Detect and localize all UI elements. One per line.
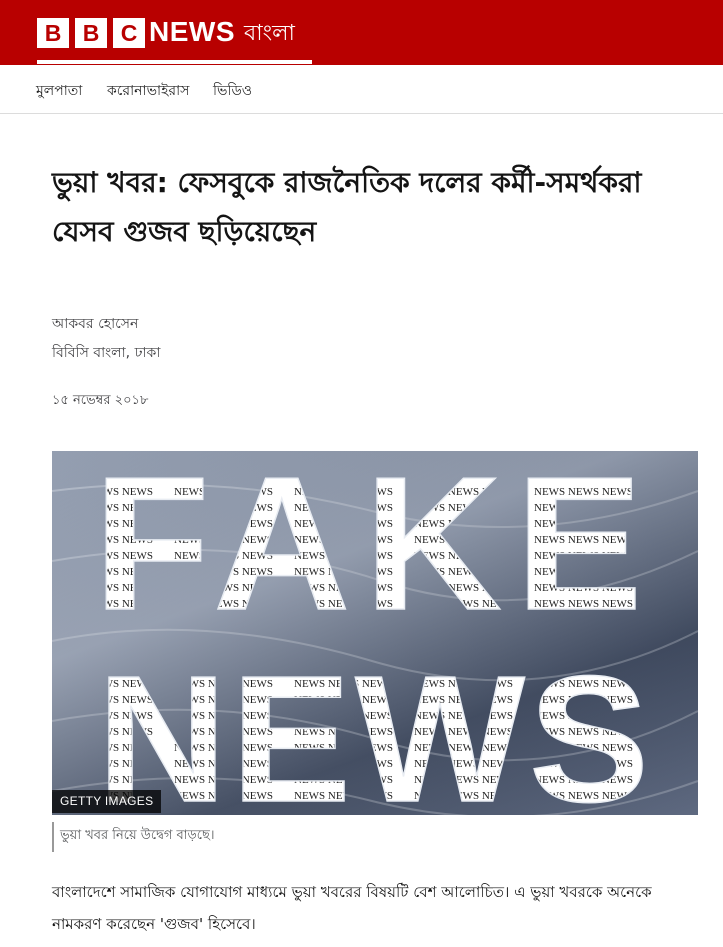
article-headline: ভুয়া খবর: ফেসবুকে রাজনৈতিক দলের কর্মী-স… <box>52 166 642 248</box>
bbc-logo-letter: B <box>37 18 69 48</box>
masthead-underline <box>37 60 312 64</box>
overlay-word-fake: FAKE <box>94 451 657 650</box>
image-caption: ভুয়া খবর নিয়ে উদ্বেগ বাড়ছে। <box>60 828 215 843</box>
bbc-logo-letter: C <box>113 18 145 48</box>
article-paragraph: বাংলাদেশে সামাজিক যোগাযোগ মাধ্যমে ভুয়া … <box>52 883 652 933</box>
overlay-word-news: NEWS <box>97 639 653 815</box>
image-credit: GETTY IMAGES <box>52 790 162 813</box>
news-wordmark[interactable]: NEWS <box>149 16 235 48</box>
section-nav: মুলপাতা করোনাভাইরাস ভিডিও <box>0 65 723 114</box>
nav-item-home[interactable]: মুলপাতা <box>36 79 82 103</box>
masthead: B B C NEWS বাংলা <box>0 0 723 65</box>
fake-news-image: NEWS NEWS NEWS FAKE NEWS <box>52 451 698 815</box>
language-wordmark[interactable]: বাংলা <box>244 16 295 53</box>
article-date: ১৫ নভেম্বর ২০১৮ <box>52 393 149 408</box>
bbc-logo[interactable]: B B C <box>37 18 145 48</box>
caption-divider <box>52 822 54 852</box>
nav-item-video[interactable]: ভিডিও <box>213 79 252 103</box>
hero-image: NEWS NEWS NEWS FAKE NEWS <box>52 451 698 815</box>
bbc-logo-letter: B <box>75 18 107 48</box>
byline-author: আকবর হোসেন <box>52 316 139 332</box>
byline-organization: বিবিসি বাংলা, ঢাকা <box>52 345 161 361</box>
nav-item-coronavirus[interactable]: করোনাভাইরাস <box>107 79 189 103</box>
